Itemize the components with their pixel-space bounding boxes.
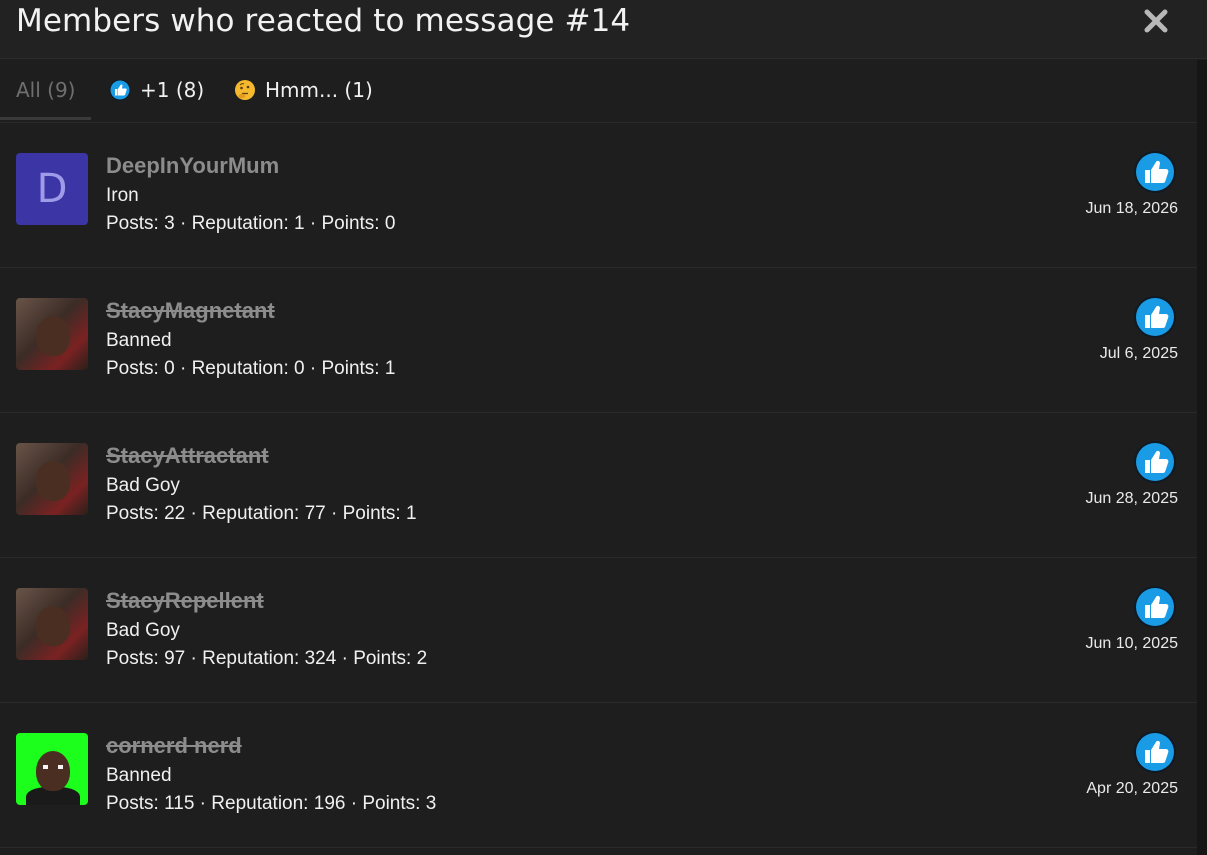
reputation-count: 0 (294, 358, 305, 379)
scrollbar-track[interactable] (1197, 60, 1207, 855)
user-rank: Bad Goy (106, 620, 180, 641)
user-stats: Posts: 115 · Reputation: 196 · Points: 3 (106, 793, 437, 814)
points-label: Points: (321, 358, 380, 379)
thumbs-up-icon (1133, 295, 1177, 339)
thumbs-up-icon (1133, 730, 1177, 774)
avatar[interactable] (16, 298, 88, 370)
reputation-label: Reputation: (202, 503, 300, 524)
posts-count: 3 (164, 213, 175, 234)
posts-label: Posts: (106, 213, 159, 234)
reputation-label: Reputation: (202, 648, 300, 669)
list-item: cornerd nerd Banned Posts: 115 · Reputat… (0, 703, 1197, 848)
avatar[interactable] (16, 588, 88, 660)
posts-label: Posts: (106, 503, 159, 524)
points-count: 3 (425, 793, 437, 814)
tab-hmm[interactable]: Hmm... (1) (234, 60, 373, 120)
tab-like[interactable]: +1 (8) (109, 60, 204, 120)
avatar[interactable] (16, 733, 88, 805)
member-list: D DeepInYourMum Iron Posts: 3 · Reputati… (0, 123, 1197, 848)
list-item: D DeepInYourMum Iron Posts: 3 · Reputati… (0, 123, 1197, 268)
tab-hmm-label: Hmm... (1) (265, 78, 373, 102)
user-stats: Posts: 3 · Reputation: 1 · Points: 0 (106, 213, 396, 234)
thumbs-up-icon (1133, 440, 1177, 484)
dialog-header: Members who reacted to message #14 (0, 0, 1207, 59)
avatar[interactable]: D (16, 153, 88, 225)
reputation-count: 324 (304, 648, 337, 669)
user-stats: Posts: 97 · Reputation: 324 · Points: 2 (106, 648, 428, 669)
posts-label: Posts: (106, 648, 159, 669)
points-label: Points: (321, 213, 380, 234)
points-count: 1 (406, 503, 417, 524)
posts-label: Posts: (106, 358, 159, 379)
list-item: StacyMagnetant Banned Posts: 0 · Reputat… (0, 268, 1197, 413)
avatar-face (36, 606, 70, 646)
posts-count: 0 (164, 358, 175, 379)
user-rank: Iron (106, 185, 139, 206)
posts-count: 22 (164, 503, 186, 524)
points-label: Points: (362, 793, 421, 814)
user-rank: Bad Goy (106, 475, 180, 496)
points-count: 0 (384, 213, 396, 234)
username-link[interactable]: cornerd nerd (106, 733, 242, 759)
dialog-title: Members who reacted to message #14 (16, 3, 631, 39)
reputation-label: Reputation: (211, 793, 309, 814)
avatar-face (36, 316, 70, 356)
points-count: 2 (416, 648, 428, 669)
avatar-face (36, 461, 70, 501)
user-stats: Posts: 22 · Reputation: 77 · Points: 1 (106, 503, 417, 524)
user-rank: Banned (106, 330, 172, 351)
reaction-date[interactable]: Jun 10, 2025 (1085, 635, 1178, 653)
thumbs-up-icon (1133, 585, 1177, 629)
reaction-date[interactable]: Jun 28, 2025 (1085, 490, 1178, 508)
thumbs-up-icon (109, 79, 131, 101)
user-stats: Posts: 0 · Reputation: 0 · Points: 1 (106, 358, 396, 379)
reactions-dialog: Members who reacted to message #14 All (… (0, 0, 1207, 855)
avatar-eyes (43, 765, 63, 769)
avatar-face (36, 751, 70, 791)
user-rank: Banned (106, 765, 172, 786)
tab-like-label: +1 (8) (140, 78, 205, 102)
username-link[interactable]: StacyAttractant (106, 443, 269, 469)
reputation-count: 77 (304, 503, 326, 524)
reputation-count: 1 (294, 213, 305, 234)
reputation-label: Reputation: (191, 358, 289, 379)
posts-count: 115 (164, 793, 195, 814)
points-label: Points: (342, 503, 401, 524)
username-link[interactable]: StacyMagnetant (106, 298, 275, 324)
username-link[interactable]: DeepInYourMum (106, 153, 279, 179)
reputation-label: Reputation: (191, 213, 289, 234)
tab-all[interactable]: All (9) (16, 60, 75, 120)
thumbs-up-icon (1133, 150, 1177, 194)
reaction-date[interactable]: Jul 6, 2025 (1100, 345, 1178, 363)
reaction-date[interactable]: Jun 18, 2026 (1085, 200, 1178, 218)
posts-label: Posts: (106, 793, 159, 814)
avatar-letter: D (36, 166, 68, 212)
close-icon[interactable] (1143, 8, 1169, 34)
points-label: Points: (353, 648, 412, 669)
reaction-tabs: All (9) +1 (8) Hmm... (1) (0, 60, 1197, 123)
list-item: StacyAttractant Bad Goy Posts: 22 · Repu… (0, 413, 1197, 558)
active-tab-indicator (0, 117, 91, 120)
reaction-date[interactable]: Apr 20, 2025 (1086, 780, 1178, 798)
reputation-count: 196 (313, 793, 346, 814)
points-count: 1 (384, 358, 396, 379)
avatar[interactable] (16, 443, 88, 515)
thinking-face-icon (234, 79, 256, 101)
username-link[interactable]: StacyRepellent (106, 588, 264, 614)
posts-count: 97 (164, 648, 186, 669)
list-item: StacyRepellent Bad Goy Posts: 97 · Reput… (0, 558, 1197, 703)
